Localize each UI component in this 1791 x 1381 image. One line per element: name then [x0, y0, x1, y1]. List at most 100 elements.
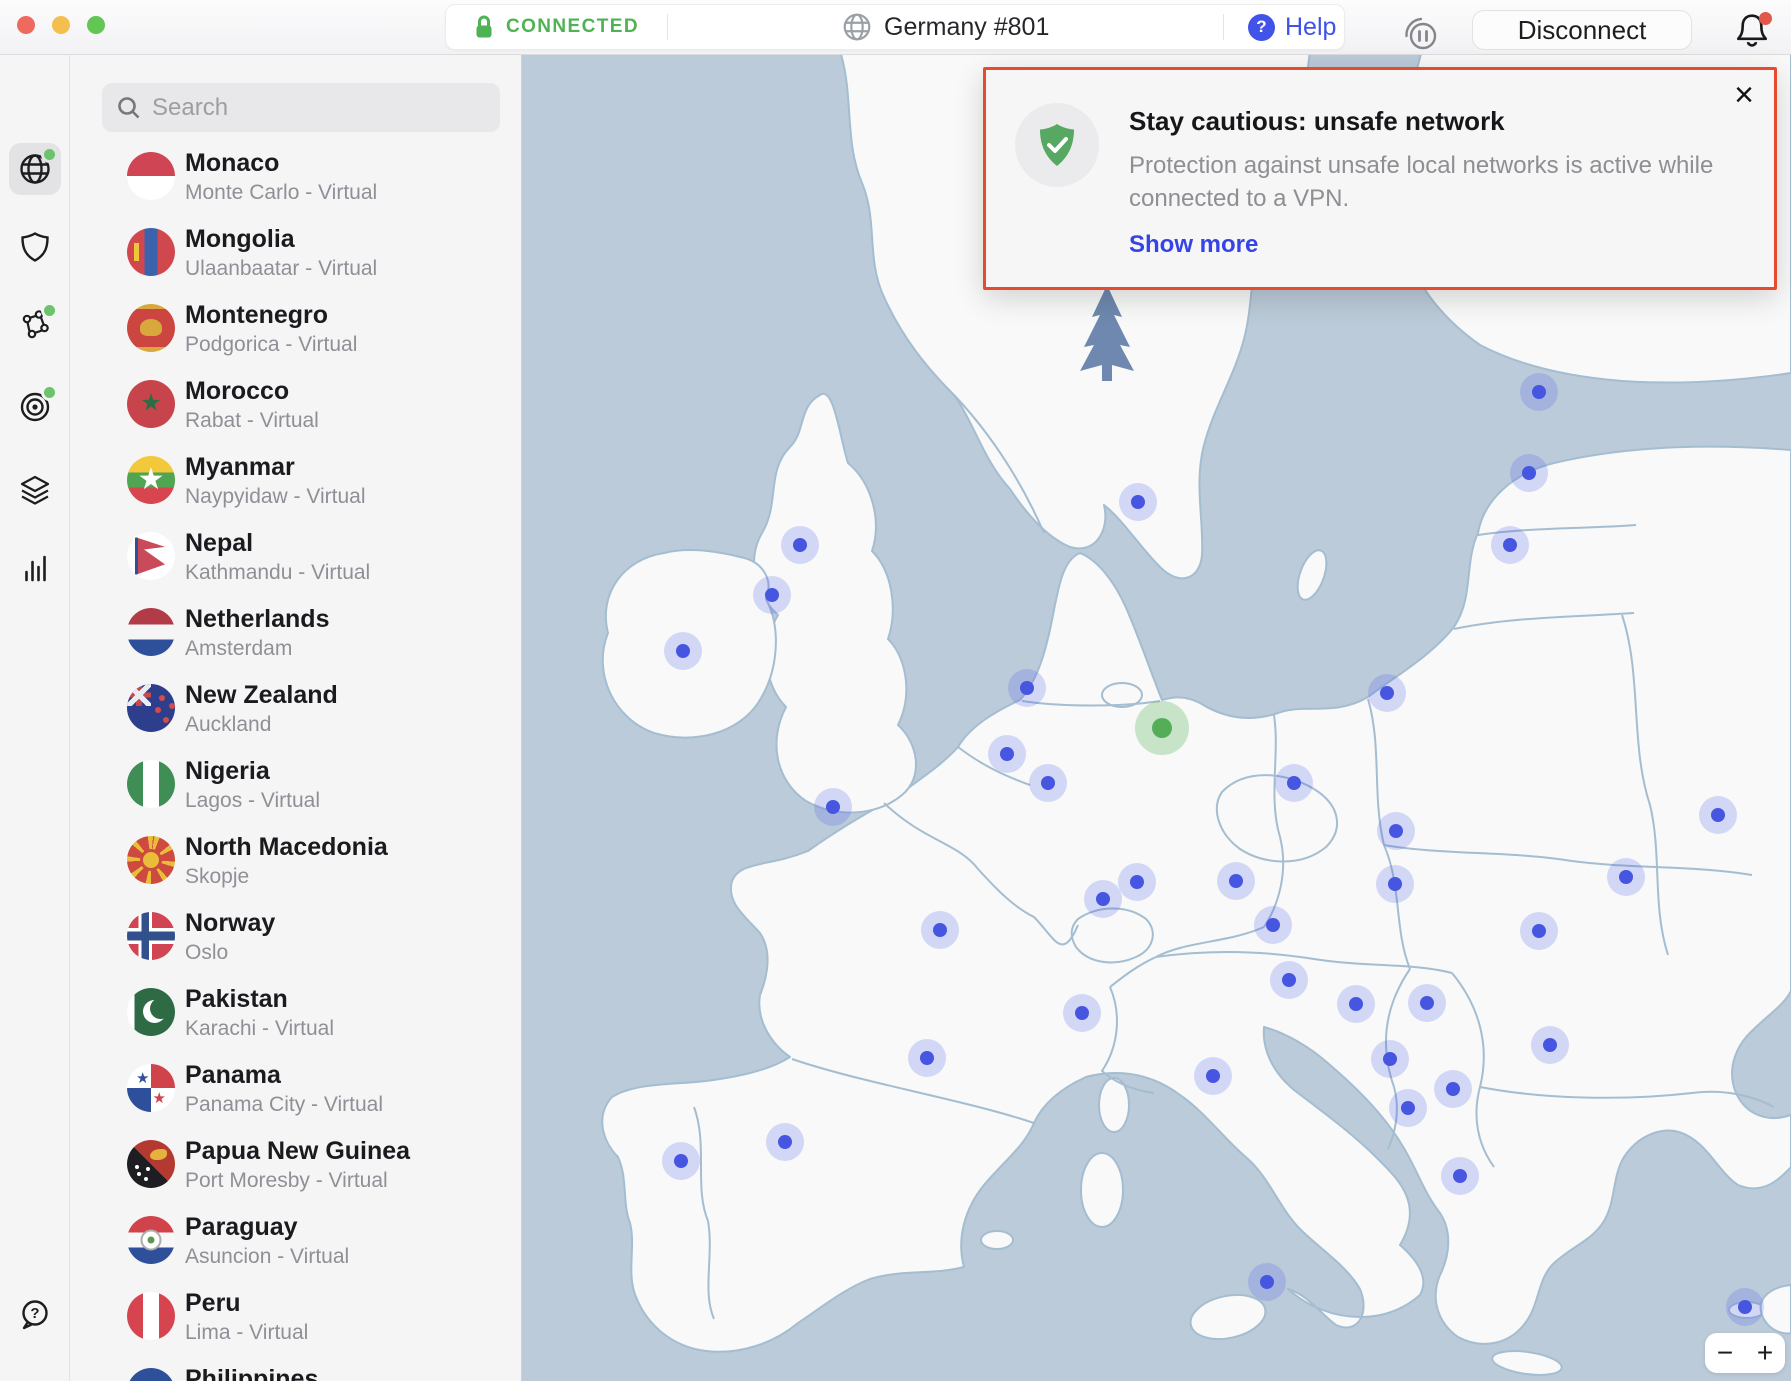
layers-icon	[17, 473, 53, 509]
nordvpn-window: CONNECTED Germany #801 ? Help	[0, 0, 1791, 1381]
flag-panama-icon	[127, 1064, 175, 1112]
sidebar-item-statistics[interactable]	[9, 542, 61, 594]
close-icon[interactable]: ×	[1734, 78, 1754, 112]
sidebar-item-settings[interactable]	[9, 1369, 61, 1381]
bar-chart-icon	[17, 550, 53, 586]
server-pin[interactable]	[1275, 764, 1313, 802]
sidebar-item-servers-map[interactable]	[9, 143, 61, 195]
server-pin[interactable]	[1008, 669, 1046, 707]
notifications-button[interactable]	[1730, 8, 1774, 52]
flag-new-zealand-icon	[127, 684, 175, 732]
server-pin[interactable]	[1371, 1040, 1409, 1078]
server-pin[interactable]	[781, 526, 819, 564]
server-pin[interactable]	[1699, 796, 1737, 834]
search-input[interactable]	[152, 94, 486, 122]
country-name: Nigeria	[185, 757, 270, 786]
country-row[interactable]: North Macedonia Skopje	[70, 828, 521, 904]
server-pin[interactable]	[1248, 1263, 1286, 1301]
country-row[interactable]: Panama Panama City - Virtual	[70, 1056, 521, 1132]
sidebar-item-support[interactable]: ?	[9, 1289, 61, 1341]
settings-gear-icon	[17, 1377, 53, 1381]
country-name: Peru	[185, 1289, 241, 1318]
zoom-in-button[interactable]: +	[1745, 1333, 1785, 1373]
sidebar-item-security[interactable]	[9, 221, 61, 273]
server-pin[interactable]	[1254, 906, 1292, 944]
server-pin[interactable]	[1434, 1070, 1472, 1108]
server-pin[interactable]	[766, 1123, 804, 1161]
country-row[interactable]: Peru Lima - Virtual	[70, 1284, 521, 1360]
server-pin[interactable]	[1531, 1026, 1569, 1064]
country-row[interactable]: Netherlands Amsterdam	[70, 600, 521, 676]
status-label: CONNECTED	[506, 16, 639, 38]
country-row[interactable]: Mongolia Ulaanbaatar - Virtual	[70, 220, 521, 296]
search-box[interactable]	[102, 83, 500, 132]
status-dot	[41, 384, 58, 401]
sidebar-item-specialty-servers[interactable]	[9, 465, 61, 517]
server-pin[interactable]	[1520, 373, 1558, 411]
server-pin[interactable]	[1084, 880, 1122, 918]
server-pin[interactable]	[1510, 454, 1548, 492]
sidebar-item-dark-web-monitor[interactable]	[9, 381, 61, 433]
server-pin[interactable]	[1377, 812, 1415, 850]
help-button[interactable]: ? Help	[1248, 5, 1336, 49]
minimize-window-button[interactable]	[52, 16, 70, 34]
server-pin[interactable]	[664, 632, 702, 670]
server-pin[interactable]	[1063, 994, 1101, 1032]
server-pin[interactable]	[1408, 984, 1446, 1022]
server-pin[interactable]	[988, 735, 1026, 773]
pause-connection-button[interactable]	[1399, 11, 1443, 55]
country-row[interactable]: Papua New Guinea Port Moresby - Virtual	[70, 1132, 521, 1208]
server-pin[interactable]	[1337, 985, 1375, 1023]
country-row[interactable]: Nepal Kathmandu - Virtual	[70, 524, 521, 600]
country-row[interactable]: Nigeria Lagos - Virtual	[70, 752, 521, 828]
server-pin[interactable]	[1520, 912, 1558, 950]
country-row[interactable]: Montenegro Podgorica - Virtual	[70, 296, 521, 372]
server-pin[interactable]	[1217, 862, 1255, 900]
server-pin[interactable]	[1376, 865, 1414, 903]
server-pin[interactable]	[1118, 863, 1156, 901]
zoom-window-button[interactable]	[87, 16, 105, 34]
server-pin[interactable]	[1389, 1089, 1427, 1127]
flag-philippines-icon	[127, 1368, 175, 1381]
country-row[interactable]: New Zealand Auckland	[70, 676, 521, 752]
flag-papua-new-guinea-icon	[127, 1140, 175, 1188]
server-pin[interactable]	[1194, 1057, 1232, 1095]
server-pin[interactable]	[662, 1142, 700, 1180]
country-row[interactable]: Monaco Monte Carlo - Virtual	[70, 144, 521, 220]
server-pin[interactable]	[1119, 483, 1157, 521]
country-row[interactable]: Myanmar Naypyidaw - Virtual	[70, 448, 521, 524]
close-window-button[interactable]	[17, 16, 35, 34]
notification-badge	[1759, 12, 1772, 25]
alert-title: Stay cautious: unsafe network	[1129, 106, 1729, 137]
help-label: Help	[1285, 13, 1336, 42]
country-row[interactable]: Pakistan Karachi - Virtual	[70, 980, 521, 1056]
server-pin[interactable]	[1368, 674, 1406, 712]
server-pin[interactable]	[1726, 1288, 1764, 1326]
shield-check-icon	[1033, 121, 1081, 169]
disconnect-button[interactable]: Disconnect	[1472, 10, 1692, 50]
server-pin[interactable]	[921, 911, 959, 949]
country-name: Philippines	[185, 1365, 318, 1381]
server-pin[interactable]	[1491, 526, 1529, 564]
server-pin[interactable]	[814, 788, 852, 826]
server-pin[interactable]	[753, 576, 791, 614]
map-zoom-control: − +	[1705, 1333, 1785, 1373]
server-pin[interactable]	[1029, 764, 1067, 802]
country-name: New Zealand	[185, 681, 338, 710]
country-row[interactable]: Paraguay Asuncion - Virtual	[70, 1208, 521, 1284]
server-pin[interactable]	[1607, 858, 1645, 896]
connected-server-pin[interactable]	[1135, 701, 1189, 755]
show-more-link[interactable]: Show more	[1129, 231, 1258, 259]
server-pin[interactable]	[1270, 961, 1308, 999]
zoom-out-button[interactable]: −	[1705, 1333, 1745, 1373]
country-name: Montenegro	[185, 301, 328, 330]
alert-body: Protection against unsafe local networks…	[1129, 149, 1729, 215]
country-row[interactable]: Morocco Rabat - Virtual	[70, 372, 521, 448]
sidebar-item-meshnet[interactable]	[9, 299, 61, 351]
pause-icon	[1399, 11, 1443, 55]
status-dot	[41, 146, 58, 163]
country-row[interactable]: Philippines	[70, 1360, 521, 1381]
country-row[interactable]: Norway Oslo	[70, 904, 521, 980]
server-pin[interactable]	[1441, 1157, 1479, 1195]
server-pin[interactable]	[908, 1039, 946, 1077]
